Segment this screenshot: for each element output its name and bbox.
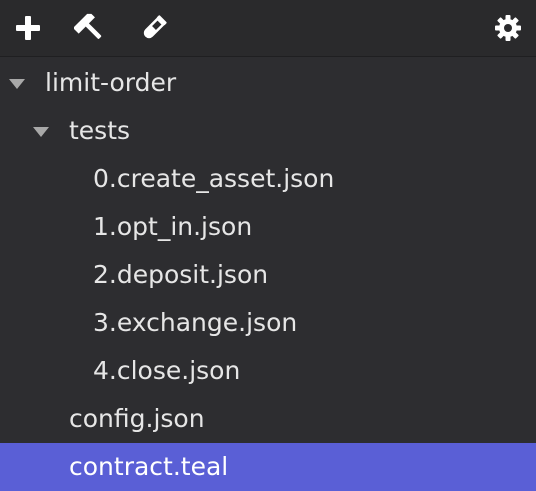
- tree-file[interactable]: 0.create_asset.json: [0, 155, 536, 203]
- file-label: 0.create_asset.json: [93, 164, 335, 193]
- folder-label: tests: [69, 116, 131, 145]
- file-label: 1.opt_in.json: [93, 212, 253, 241]
- file-label: contract.teal: [69, 452, 229, 481]
- caret-down-icon[interactable]: [9, 79, 25, 89]
- toolbar: [0, 0, 536, 57]
- tree-file[interactable]: 3.exchange.json: [0, 299, 536, 347]
- file-label: 2.deposit.json: [93, 260, 269, 289]
- hammer-icon: [74, 13, 102, 39]
- folder-label: limit-order: [45, 68, 177, 97]
- tree-file[interactable]: 2.deposit.json: [0, 251, 536, 299]
- run-tests-button[interactable]: [138, 12, 170, 44]
- new-file-button[interactable]: [12, 12, 44, 44]
- tree-file-config[interactable]: config.json: [0, 395, 536, 443]
- file-label: config.json: [69, 404, 205, 433]
- settings-button[interactable]: [492, 12, 524, 44]
- tree-file[interactable]: 4.close.json: [0, 347, 536, 395]
- caret-down-icon[interactable]: [33, 127, 49, 137]
- test-tube-icon: [143, 15, 167, 39]
- tree-file[interactable]: 1.opt_in.json: [0, 203, 536, 251]
- tree-file-contract-selected[interactable]: contract.teal: [0, 443, 536, 491]
- tree-folder-root[interactable]: limit-order: [0, 59, 536, 107]
- file-label: 4.close.json: [93, 356, 241, 385]
- gear-icon: [495, 15, 521, 41]
- file-tree: limit-order tests 0.create_asset.json 1.…: [0, 59, 536, 491]
- build-button[interactable]: [74, 12, 106, 44]
- plus-icon: [16, 16, 40, 40]
- tree-folder-tests[interactable]: tests: [0, 107, 536, 155]
- file-label: 3.exchange.json: [93, 308, 298, 337]
